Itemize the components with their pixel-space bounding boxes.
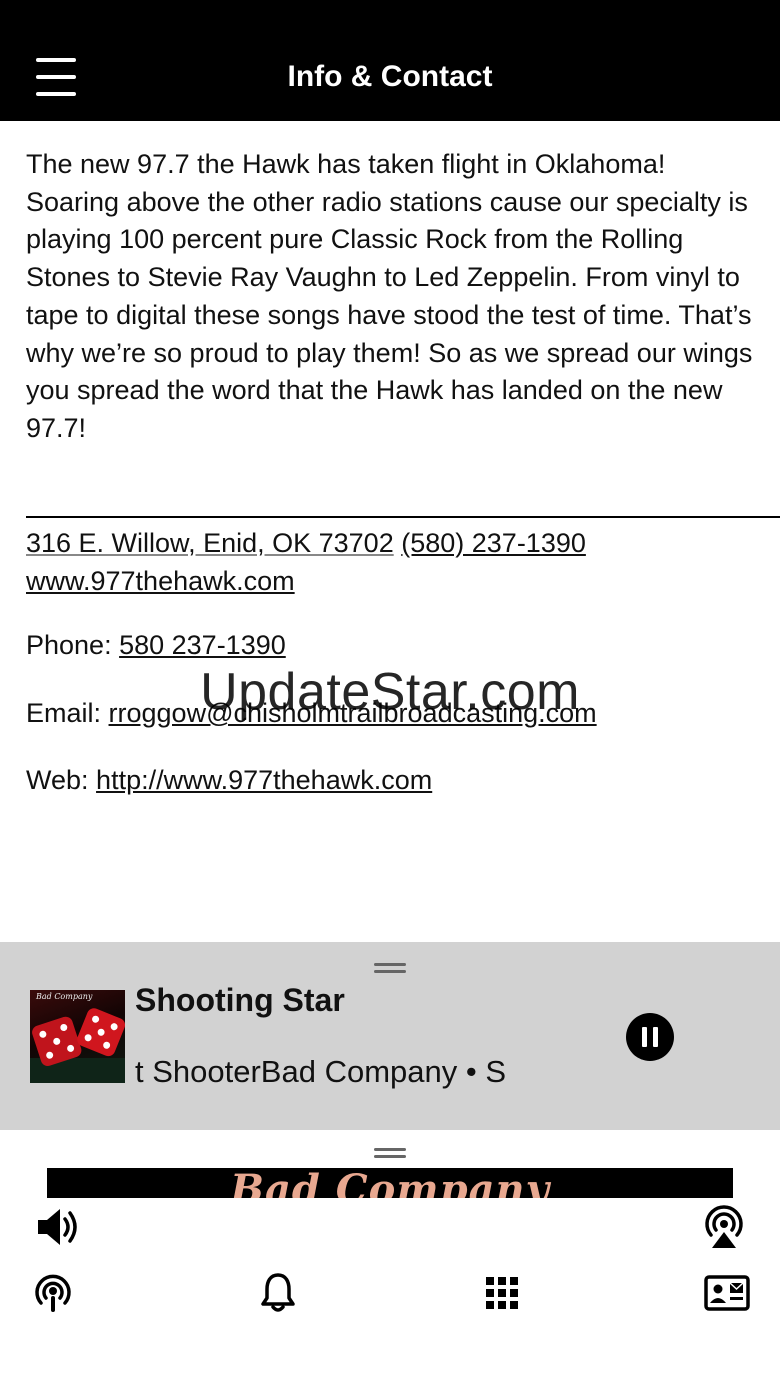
address-phone-link[interactable]: (580) 237-1390: [401, 528, 586, 558]
web-label: Web:: [26, 765, 89, 795]
pause-icon: [642, 1027, 647, 1047]
grid-icon[interactable]: [485, 1276, 519, 1315]
contact-card-icon[interactable]: [704, 1275, 750, 1316]
pause-button[interactable]: [626, 1013, 674, 1061]
dice-image: [30, 1008, 125, 1083]
email-line: Email: rroggow@chisholmtrailbroadcasting…: [26, 698, 597, 729]
about-section: The new 97.7 the Hawk has taken flight i…: [26, 146, 761, 448]
volume-icon[interactable]: [36, 1205, 82, 1254]
address-web-link[interactable]: www.977thehawk.com: [26, 566, 295, 596]
mini-player[interactable]: Bad Company Shooting Star t ShooterBad C: [0, 942, 780, 1130]
page-title: Info & Contact: [287, 60, 493, 93]
address-link[interactable]: 316 E. Willow, Enid, OK 73702: [26, 528, 394, 558]
album-art-text: Bad Company: [36, 992, 93, 1001]
pause-icon: [653, 1027, 658, 1047]
web-line: Web: http://www.977thehawk.com: [26, 765, 432, 796]
drag-handle[interactable]: [374, 963, 406, 973]
album-art: Bad Company: [30, 990, 125, 1083]
banner-text: Bad Company: [230, 1168, 550, 1198]
email-label: Email:: [26, 698, 102, 728]
artist-banner: Bad Company: [47, 1168, 733, 1198]
email-link[interactable]: rroggow@chisholmtrailbroadcasting.com: [109, 698, 597, 728]
phone-link[interactable]: 580 237-1390: [119, 630, 286, 660]
about-text: The new 97.7 the Hawk has taken flight i…: [26, 149, 753, 443]
phone-line: Phone: 580 237-1390: [26, 630, 286, 661]
bell-icon[interactable]: [259, 1272, 297, 1319]
divider: [26, 516, 780, 518]
web-link[interactable]: http://www.977thehawk.com: [96, 765, 432, 795]
phone-label: Phone:: [26, 630, 112, 660]
airplay-icon[interactable]: [700, 1202, 748, 1255]
drawer-handle[interactable]: [374, 1148, 406, 1158]
top-bar: Info & Contact: [0, 0, 780, 121]
address-block: 316 E. Willow, Enid, OK 73702 (580) 237-…: [26, 524, 586, 600]
track-meta: t ShooterBad Company • S: [135, 1054, 507, 1089]
podcast-icon[interactable]: [32, 1272, 74, 1319]
track-title: Shooting Star: [135, 982, 345, 1018]
